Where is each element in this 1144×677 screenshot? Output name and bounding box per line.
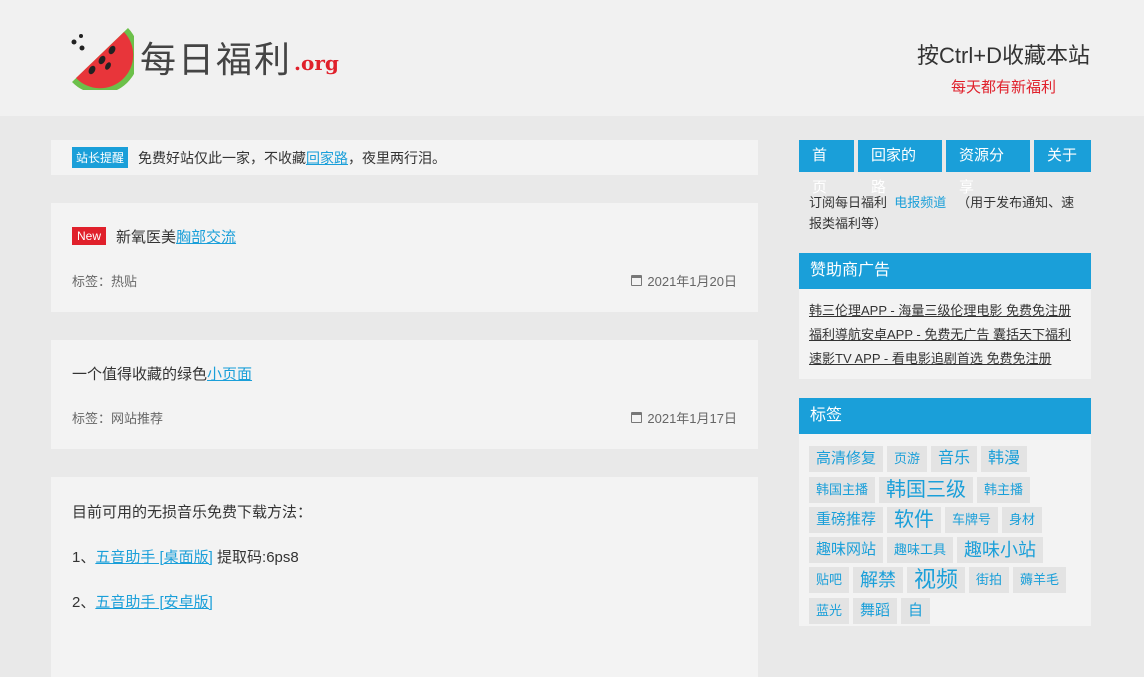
new-badge: New bbox=[72, 227, 107, 245]
tag-item[interactable]: 韩主播 bbox=[977, 476, 1031, 503]
bookmark-hint: 按Ctrl+D收藏本站 bbox=[917, 43, 1090, 68]
header-right: 按Ctrl+D收藏本站 每天都有新福利 bbox=[917, 38, 1090, 97]
notice-bar: 站长提醒 免费好站仅此一家，不收藏回家路，夜里两行泪。 bbox=[51, 140, 758, 175]
nav-resources[interactable]: 资源分享 bbox=[946, 140, 1030, 196]
tag-item[interactable]: 街拍 bbox=[969, 567, 1010, 594]
calendar-icon bbox=[631, 412, 643, 423]
tags-widget: 标签 高清修复 页游 音乐 韩漫韩国主播 韩国三级 韩主播重磅推荐 软件 车牌号 身材趣味网站趣… bbox=[799, 398, 1091, 626]
notice-text: 免费好站仅此一家，不收藏回家路，夜里两行泪。 bbox=[138, 149, 447, 166]
post-title: 一个值得收藏的绿色 小页面 bbox=[72, 362, 737, 384]
tag-cloud: 高清修复 页游 音乐 韩漫韩国主播 韩国三级 韩主播重磅推荐 软件 车牌号 身材趣味网站 趣味工具… bbox=[799, 434, 1091, 626]
tag-item[interactable]: 韩漫 bbox=[981, 446, 1028, 473]
tag-item[interactable]: 韩国三级 bbox=[879, 476, 974, 503]
tag-item[interactable]: 高清修复 bbox=[809, 446, 884, 473]
site-logo[interactable]: 每日福利 .org bbox=[68, 24, 339, 90]
notice-badge: 站长提醒 bbox=[72, 147, 129, 168]
download-link-desktop[interactable]: 五音助手 [桌面版] bbox=[95, 549, 213, 566]
post-card: 一个值得收藏的绿色 小页面 标签：网站推荐 2021年1月17日 bbox=[51, 340, 758, 449]
tag-item[interactable]: 身材 bbox=[1002, 506, 1043, 533]
watermelon-logo-icon bbox=[71, 28, 134, 90]
post-tags: 标签：网站推荐 bbox=[72, 411, 164, 426]
tag-item[interactable]: 车牌号 bbox=[945, 506, 999, 533]
post-meta: 标签：热贴 2021年1月20日 bbox=[72, 271, 737, 290]
widget-title: 标签 bbox=[799, 398, 1091, 434]
tag-item[interactable]: 舞蹈 bbox=[853, 597, 898, 624]
tag-item[interactable]: 解禁 bbox=[853, 567, 904, 594]
post-date: 2021年1月20日 bbox=[631, 271, 737, 290]
tag-item[interactable]: 韩国主播 bbox=[809, 476, 876, 503]
sponsor-widget: 赞助商广告 韩三伦理APP - 海量三级伦理电影 免费免注册 福利導航安卓APP… bbox=[799, 253, 1091, 379]
post-title: New 新氧医美 胸部交流 bbox=[72, 225, 737, 247]
sponsor-link[interactable]: 速影TV APP - 看电影追剧首选 免费免注册 bbox=[809, 347, 1081, 371]
post-date: 2021年1月17日 bbox=[631, 408, 737, 427]
nav-about[interactable]: 关于 bbox=[1034, 140, 1091, 172]
post-title-link[interactable]: 胸部交流 bbox=[176, 226, 236, 247]
tag-item[interactable]: 趣味网站 bbox=[809, 537, 884, 564]
post-body-intro: 目前可用的无损音乐免费下载方法： bbox=[72, 504, 313, 521]
download-link-android[interactable]: 五音助手 [安卓版] bbox=[95, 594, 213, 611]
nav-home[interactable]: 首页 bbox=[799, 140, 854, 196]
post-tags: 标签：热贴 bbox=[72, 274, 138, 289]
post-title-link[interactable]: 小页面 bbox=[207, 363, 252, 384]
tagline: 每天都有新福利 bbox=[951, 79, 1057, 96]
tag-item[interactable]: 页游 bbox=[887, 446, 928, 473]
post-meta: 标签：网站推荐 2021年1月17日 bbox=[72, 408, 737, 427]
download-line: 2、五音助手 [安卓版] bbox=[72, 594, 213, 611]
tag-item[interactable]: 重磅推荐 bbox=[809, 506, 884, 533]
logo-domain: .org bbox=[294, 51, 339, 75]
post-tag[interactable]: 网站推荐 bbox=[111, 411, 163, 426]
sidebar: 首页 回家的路 资源分享 关于 订阅每日福利 电报频道 （用于发布通知、速报类福… bbox=[799, 140, 1091, 626]
tag-item[interactable]: 蓝光 bbox=[809, 597, 850, 624]
tag-item[interactable]: 软件 bbox=[887, 506, 942, 533]
tag-item[interactable]: 音乐 bbox=[931, 446, 978, 473]
sponsor-link[interactable]: 韩三伦理APP - 海量三级伦理电影 免费免注册 bbox=[809, 299, 1081, 323]
post-card: New 新氧医美 胸部交流 标签：热贴 2021年1月20日 bbox=[51, 203, 758, 312]
post-tag[interactable]: 热贴 bbox=[111, 274, 137, 289]
main-content: 站长提醒 免费好站仅此一家，不收藏回家路，夜里两行泪。 New 新氧医美 胸部交流… bbox=[51, 140, 758, 677]
widget-title: 赞助商广告 bbox=[799, 253, 1091, 289]
tag-item[interactable]: 薅羊毛 bbox=[1013, 567, 1067, 594]
telegram-channel-link[interactable]: 电报频道 bbox=[894, 195, 946, 210]
notice-link[interactable]: 回家路 bbox=[306, 150, 348, 166]
calendar-icon bbox=[631, 275, 643, 286]
post-card: 目前可用的无损音乐免费下载方法： 1、五音助手 [桌面版] 提取码:6ps8 2… bbox=[51, 477, 758, 677]
sidebar-nav: 首页 回家的路 资源分享 关于 bbox=[799, 140, 1091, 196]
tag-item[interactable]: 视频 bbox=[907, 567, 966, 594]
tag-item[interactable]: 自 bbox=[901, 597, 931, 624]
download-line: 1、五音助手 [桌面版] 提取码:6ps8 bbox=[72, 549, 299, 566]
tag-item[interactable]: 趣味工具 bbox=[887, 537, 954, 564]
tag-item[interactable]: 贴吧 bbox=[809, 567, 850, 594]
nav-way-home[interactable]: 回家的路 bbox=[858, 140, 942, 196]
logo-text: 每日福利 bbox=[140, 40, 293, 81]
tag-item[interactable]: 趣味小站 bbox=[957, 537, 1044, 564]
site-header: 每日福利 .org 按Ctrl+D收藏本站 每天都有新福利 bbox=[0, 0, 1144, 116]
subscribe-note: 订阅每日福利 电报频道 （用于发布通知、速报类福利等） bbox=[809, 195, 1075, 231]
sponsor-link[interactable]: 福利導航安卓APP - 免费无广告 囊括天下福利 bbox=[809, 323, 1081, 347]
